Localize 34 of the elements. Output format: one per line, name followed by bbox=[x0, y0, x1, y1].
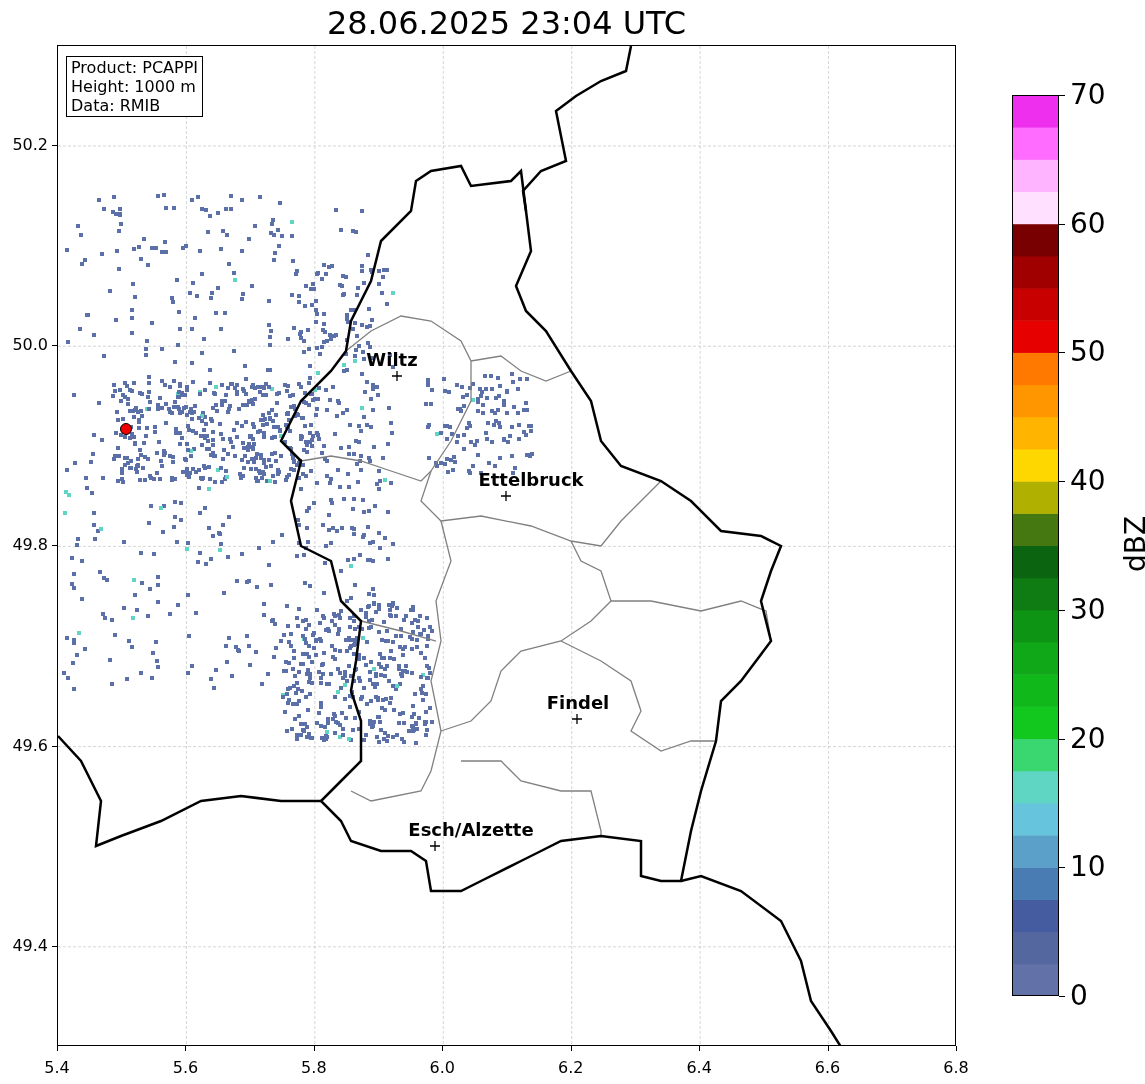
axis-tick-label: 49.8 bbox=[11, 537, 48, 554]
scale-tick-label: 10 bbox=[1070, 853, 1106, 882]
axis-tick-label: 50.0 bbox=[11, 337, 48, 354]
axis-tick-label: 5.8 bbox=[301, 1060, 327, 1076]
city-marker-icon bbox=[430, 841, 440, 851]
axis-tick-label: 49.4 bbox=[11, 937, 48, 954]
scale-unit-label: dBZ bbox=[1122, 515, 1145, 573]
axis-tick-label: 6.8 bbox=[943, 1060, 969, 1076]
chart-title: 28.06.2025 23:04 UTC bbox=[326, 6, 687, 39]
city-label: Ettelbruck bbox=[478, 471, 584, 489]
city-marker-icon bbox=[501, 491, 511, 501]
scale-tick-label: 20 bbox=[1070, 724, 1106, 753]
axis-tick-label: 6.0 bbox=[429, 1060, 455, 1076]
axis-tick-label: 49.6 bbox=[11, 737, 48, 754]
info-text: Product: PCAPPI bbox=[71, 58, 198, 77]
axis-tick-label: 6.6 bbox=[814, 1060, 841, 1076]
scale-tick-label: 30 bbox=[1070, 595, 1106, 624]
city-label: Wiltz bbox=[366, 351, 418, 369]
axis-tick-label: 6.2 bbox=[558, 1060, 584, 1076]
axis-tick-label: 5.6 bbox=[172, 1060, 199, 1076]
info-text: Height: 1000 m bbox=[71, 77, 197, 96]
city-marker-icon bbox=[572, 714, 582, 724]
info-text: Data: RMIB bbox=[71, 96, 162, 115]
city-label: Findel bbox=[546, 694, 610, 712]
city-marker-icon bbox=[392, 371, 402, 381]
city-label: Esch/Alzette bbox=[408, 821, 534, 839]
scale-tick-label: 0 bbox=[1070, 982, 1088, 1010]
scale-tick-label: 50 bbox=[1070, 338, 1106, 367]
axis-tick-label: 50.2 bbox=[11, 137, 48, 153]
scale-tick-label: 40 bbox=[1070, 467, 1106, 496]
axis-tick-label: 5.4 bbox=[44, 1060, 70, 1076]
scale-tick-label: 70 bbox=[1070, 81, 1106, 109]
scale-tick-label: 60 bbox=[1070, 209, 1106, 238]
axis-tick-label: 6.4 bbox=[686, 1060, 712, 1076]
